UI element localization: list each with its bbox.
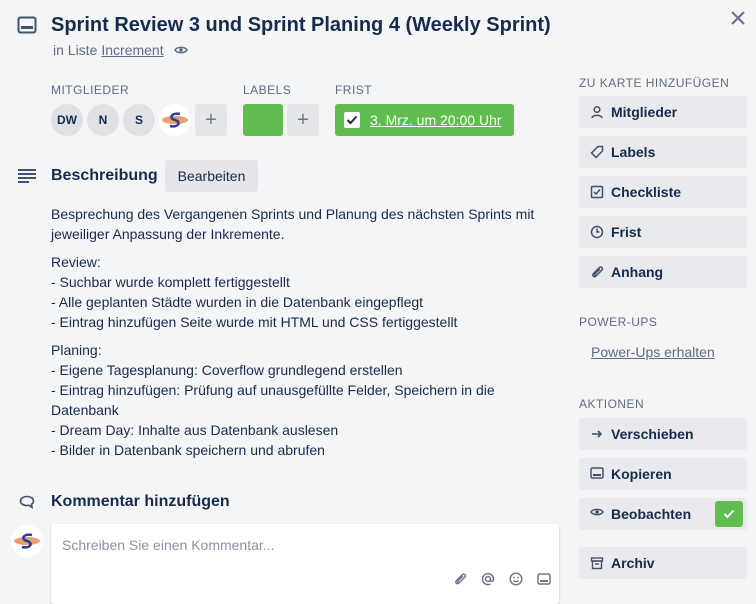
review-line: - Eintrag hinzufügen Seite wurde mit HTM…	[51, 314, 458, 330]
comment-icon	[18, 494, 36, 510]
card-icon	[16, 14, 38, 36]
card-title[interactable]: Sprint Review 3 und Sprint Planing 4 (We…	[51, 12, 551, 38]
review-line: Review:	[51, 254, 101, 270]
card-copy-icon	[590, 467, 604, 481]
review-line: - Suchbar wurde komplett fertiggestellt	[51, 274, 290, 290]
person-icon	[590, 105, 604, 119]
copy-button-label: Kopieren	[611, 466, 672, 482]
review-block: Review: - Suchbar wurde komplett fertigg…	[51, 252, 551, 332]
watch-button-label: Beobachten	[611, 506, 692, 522]
archive-button[interactable]: Archiv	[579, 547, 747, 579]
attachment-icon[interactable]	[453, 572, 467, 586]
description-intro: Besprechung des Vergangenen Sprints und …	[51, 206, 535, 242]
get-powerups-link[interactable]: Power-Ups erhalten	[591, 344, 715, 360]
members-button-label: Mitglieder	[611, 104, 678, 120]
powerups-label: POWER-UPS	[579, 315, 658, 329]
close-icon[interactable]	[726, 6, 750, 30]
add-to-card-label: ZU KARTE HINZUFÜGEN	[579, 76, 730, 90]
description-body[interactable]: Besprechung des Vergangenen Sprints und …	[51, 204, 551, 468]
planing-line: - Eintrag hinzufügen: Prüfung auf unausg…	[51, 382, 495, 418]
watch-button[interactable]: Beobachten	[579, 498, 747, 530]
comment-placeholder: Schreiben Sie einen Kommentar...	[62, 537, 275, 553]
checkbox-icon	[590, 185, 604, 199]
paperclip-icon	[590, 265, 604, 279]
tag-icon	[590, 145, 604, 159]
attachment-button[interactable]: Anhang	[579, 256, 747, 288]
checklist-button[interactable]: Checkliste	[579, 176, 747, 208]
avatar-s[interactable]: S	[123, 104, 155, 136]
list-link[interactable]: Increment	[101, 42, 163, 58]
labels-button[interactable]: Labels	[579, 136, 747, 168]
planing-line: - Eigene Tagesplanung: Coverflow grundle…	[51, 362, 403, 378]
avatar-image[interactable]	[159, 104, 191, 136]
due-date-text[interactable]: 3. Mrz. um 20:00 Uhr	[370, 112, 502, 128]
avatar-dw[interactable]: DW	[51, 104, 83, 136]
description-heading: Beschreibung	[51, 167, 158, 184]
add-label-button[interactable]: +	[287, 104, 319, 136]
green-label[interactable]	[243, 104, 283, 136]
watching-check-icon	[715, 501, 743, 527]
due-date-button[interactable]: Frist	[579, 216, 747, 248]
due-complete-checkbox[interactable]	[344, 112, 360, 128]
archive-button-label: Archiv	[611, 555, 655, 571]
in-list-prefix: in Liste	[53, 42, 98, 58]
planing-line: Planing:	[51, 342, 102, 358]
arrow-right-icon	[590, 427, 604, 441]
eye-icon	[173, 45, 188, 55]
labels-button-label: Labels	[611, 144, 656, 160]
copy-button[interactable]: Kopieren	[579, 458, 747, 490]
list-breadcrumb: in Liste Increment	[53, 42, 188, 58]
attachment-button-label: Anhang	[611, 264, 664, 280]
clock-icon	[590, 225, 604, 239]
actions-label: AKTIONEN	[579, 397, 645, 411]
move-button-label: Verschieben	[611, 426, 694, 442]
checklist-button-label: Checkliste	[611, 184, 682, 200]
edit-description-button[interactable]: Bearbeiten	[165, 160, 258, 192]
due-label: FRIST	[335, 83, 373, 97]
review-line: - Alle geplanten Städte wurden in die Da…	[51, 294, 424, 310]
archive-icon	[590, 556, 604, 570]
members-label: MITGLIEDER	[51, 83, 130, 97]
labels-label: LABELS	[243, 83, 292, 97]
mention-icon[interactable]	[481, 572, 495, 586]
comment-heading: Kommentar hinzufügen	[51, 493, 230, 510]
planing-block: Planing: - Eigene Tagesplanung: Coverflo…	[51, 340, 551, 460]
due-date-button-label: Frist	[611, 224, 642, 240]
members-button[interactable]: Mitglieder	[579, 96, 747, 128]
avatar-n[interactable]: N	[87, 104, 119, 136]
comment-input[interactable]: Schreiben Sie einen Kommentar...	[51, 524, 559, 604]
description-icon	[17, 166, 37, 186]
move-button[interactable]: Verschieben	[579, 418, 747, 450]
due-date-badge[interactable]: 3. Mrz. um 20:00 Uhr	[335, 104, 514, 136]
planing-line: - Dream Day: Inhalte aus Datenbank ausle…	[51, 422, 339, 438]
card-link-icon[interactable]	[537, 572, 551, 586]
current-user-avatar[interactable]	[11, 525, 43, 557]
emoji-icon[interactable]	[509, 572, 523, 586]
planing-line: - Bilder in Datenbank speichern und abru…	[51, 442, 325, 458]
eye-icon	[590, 507, 604, 521]
add-member-button[interactable]: +	[195, 104, 227, 136]
